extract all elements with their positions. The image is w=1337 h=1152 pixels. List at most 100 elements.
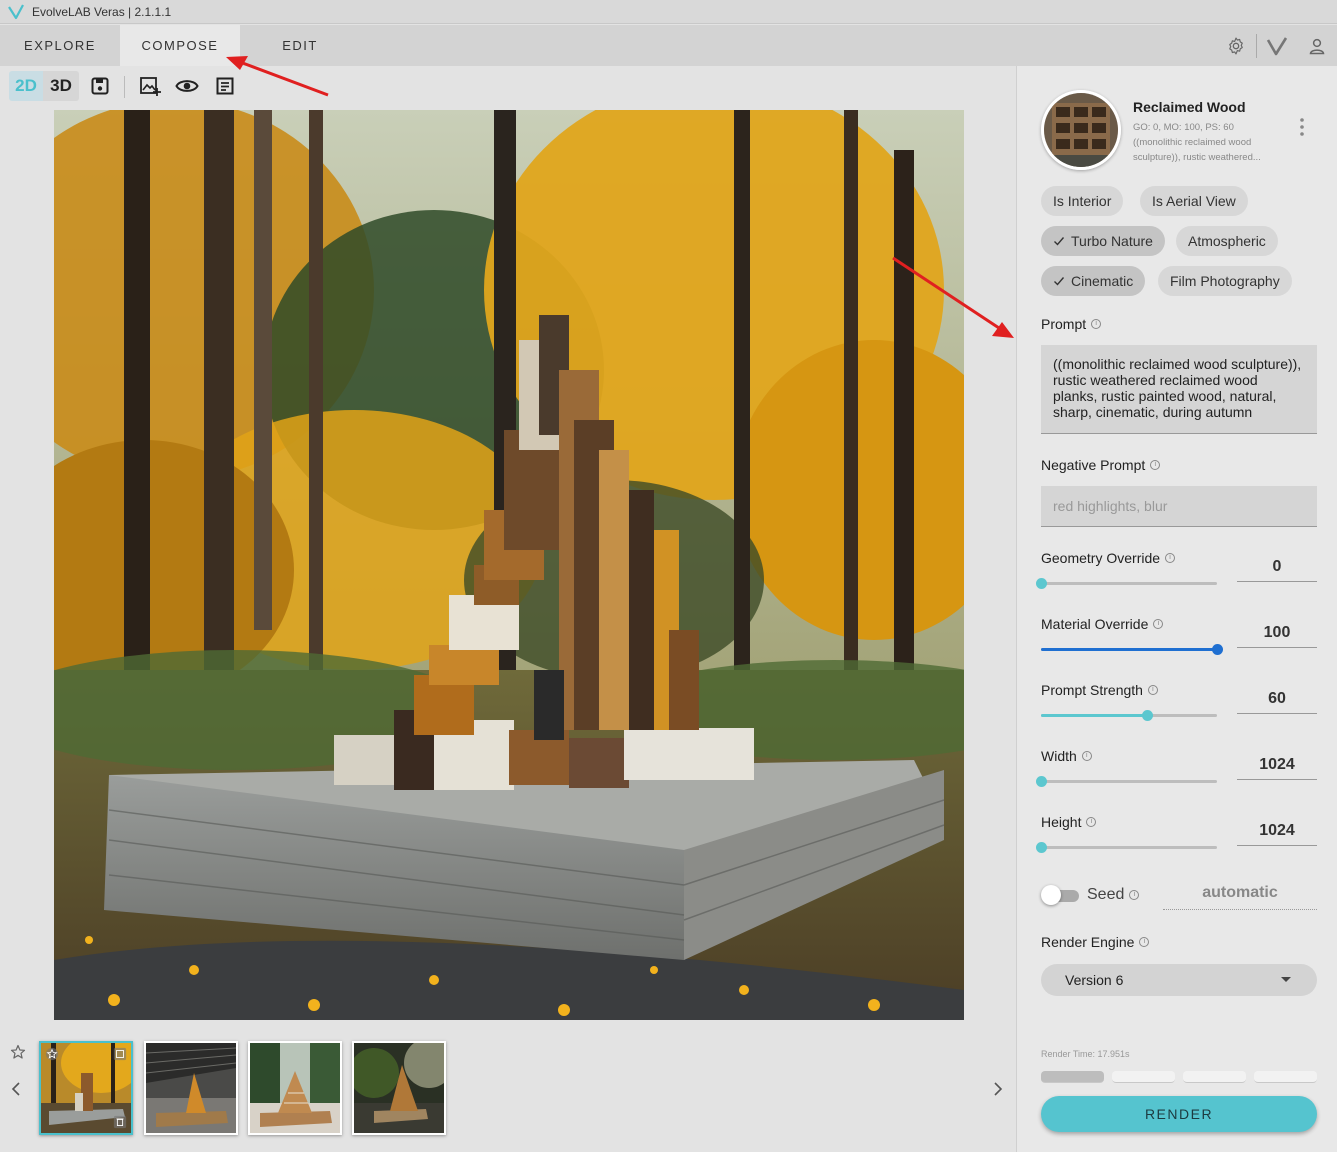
chevron-right-icon[interactable] xyxy=(988,1080,1010,1102)
width-value[interactable]: 1024 xyxy=(1237,750,1317,780)
preset-meta-line: sculpture)), rustic weathered... xyxy=(1133,152,1261,163)
tab-explore[interactable]: EXPLORE xyxy=(0,25,120,66)
favorite-star-icon[interactable] xyxy=(45,1047,59,1061)
height-value[interactable]: 1024 xyxy=(1237,816,1317,846)
slider-handle[interactable] xyxy=(1036,842,1047,853)
chip-atmospheric[interactable]: Atmospheric xyxy=(1176,226,1278,256)
check-icon xyxy=(1054,237,1065,246)
add-image-icon[interactable] xyxy=(136,71,164,101)
toolbar-divider xyxy=(124,76,125,98)
info-icon[interactable]: i xyxy=(1153,619,1164,629)
tab-compose[interactable]: COMPOSE xyxy=(120,25,240,66)
chip-is-interior[interactable]: Is Interior xyxy=(1041,186,1124,216)
info-icon[interactable]: i xyxy=(1150,460,1161,470)
slider-label: Prompt Strength xyxy=(1041,682,1143,698)
render-progress-segment xyxy=(1254,1071,1317,1083)
geometry-override-slider[interactable] xyxy=(1036,576,1217,590)
width-label: Width i xyxy=(1041,748,1092,764)
title-bar: EvolveLAB Veras | 2.1.1.1 xyxy=(0,0,1337,24)
chip-film-photography[interactable]: Film Photography xyxy=(1158,266,1292,296)
slider-handle[interactable] xyxy=(1036,776,1047,787)
tab-edit[interactable]: EDIT xyxy=(240,25,360,66)
chip-turbo-nature[interactable]: Turbo Nature xyxy=(1041,226,1165,256)
render-progress-segment xyxy=(1112,1071,1175,1083)
check-icon xyxy=(1054,277,1065,286)
slider-label: Width xyxy=(1041,748,1077,764)
preset-meta-line: GO: 0, MO: 100, PS: 60 xyxy=(1133,122,1234,133)
slider-label: Material Override xyxy=(1041,616,1149,632)
info-icon[interactable]: i xyxy=(1129,890,1140,900)
toolbar: 2D 3D xyxy=(0,66,1016,106)
chip-label: Cinematic xyxy=(1071,273,1134,289)
tab-bar: EXPLORE COMPOSE EDIT xyxy=(0,25,1337,66)
info-icon[interactable]: i xyxy=(1081,751,1092,761)
chip-label: Turbo Nature xyxy=(1071,233,1153,249)
render-engine-label: Render Engine i xyxy=(1041,934,1150,950)
list-icon[interactable] xyxy=(211,71,239,101)
delete-icon[interactable] xyxy=(113,1115,127,1129)
mode-2d-button[interactable]: 2D xyxy=(9,71,43,101)
chevron-left-icon[interactable] xyxy=(8,1080,30,1102)
material-override-slider[interactable] xyxy=(1041,642,1223,656)
seed-label-text: Seed xyxy=(1087,886,1125,903)
render-engine-label-text: Render Engine xyxy=(1041,934,1135,950)
slider-handle[interactable] xyxy=(1212,644,1223,655)
save-icon[interactable] xyxy=(113,1047,127,1061)
veras-logo-icon xyxy=(8,3,24,19)
height-slider[interactable] xyxy=(1036,840,1217,854)
render-engine-value: Version 6 xyxy=(1065,972,1124,988)
render-time: Render Time: 17.951s xyxy=(1041,1049,1130,1059)
render-preview-image xyxy=(54,110,964,1020)
chevron-down-icon xyxy=(1281,977,1291,982)
thumbnail-4[interactable] xyxy=(352,1041,446,1135)
preset-meta-line: ((monolithic reclaimed wood xyxy=(1133,137,1252,148)
render-button[interactable]: RENDER xyxy=(1041,1096,1317,1132)
slider-handle[interactable] xyxy=(1036,578,1047,589)
info-icon[interactable]: i xyxy=(1086,817,1097,827)
save-icon[interactable] xyxy=(86,71,114,101)
negative-prompt-label-text: Negative Prompt xyxy=(1041,457,1146,473)
negative-prompt-label: Negative Prompt i xyxy=(1041,457,1161,473)
preset-thumbnail[interactable] xyxy=(1041,90,1121,170)
prompt-textarea[interactable]: ((monolithic reclaimed wood sculpture)),… xyxy=(1041,345,1317,434)
chip-label: Atmospheric xyxy=(1188,233,1266,249)
info-icon[interactable]: i xyxy=(1165,553,1176,563)
chip-label: Is Aerial View xyxy=(1152,193,1236,209)
geometry-override-value[interactable]: 0 xyxy=(1237,552,1317,582)
info-icon[interactable]: i xyxy=(1147,685,1158,695)
chip-label: Is Interior xyxy=(1053,193,1112,209)
seed-toggle[interactable] xyxy=(1041,884,1079,906)
material-override-value[interactable]: 100 xyxy=(1237,618,1317,648)
width-slider[interactable] xyxy=(1036,774,1217,788)
negative-prompt-input[interactable]: red highlights, blur xyxy=(1041,486,1317,527)
seed-input[interactable]: automatic xyxy=(1163,878,1317,910)
chip-is-aerial-view[interactable]: Is Aerial View xyxy=(1140,186,1248,216)
thumbnail-2[interactable] xyxy=(144,1041,238,1135)
veras-logo-icon[interactable] xyxy=(1266,35,1288,57)
height-label: Height i xyxy=(1041,814,1097,830)
eye-icon[interactable] xyxy=(172,71,202,101)
more-options-icon[interactable] xyxy=(1295,116,1309,138)
prompt-strength-label: Prompt Strength i xyxy=(1041,682,1158,698)
prompt-label-text: Prompt xyxy=(1041,316,1087,332)
app-title: EvolveLAB Veras | 2.1.1.1 xyxy=(32,4,172,19)
gear-icon[interactable] xyxy=(1225,35,1247,57)
info-icon[interactable]: i xyxy=(1139,937,1150,947)
mode-3d-button[interactable]: 3D xyxy=(43,71,79,101)
slider-handle[interactable] xyxy=(1141,710,1153,721)
info-icon[interactable]: i xyxy=(1091,319,1102,329)
header-divider xyxy=(1256,33,1257,58)
chip-cinematic[interactable]: Cinematic xyxy=(1041,266,1146,296)
user-icon[interactable] xyxy=(1306,35,1328,57)
prompt-strength-value[interactable]: 60 xyxy=(1237,684,1317,714)
geometry-override-label: Geometry Override i xyxy=(1041,550,1176,566)
render-engine-select[interactable]: Version 6 xyxy=(1041,964,1317,996)
settings-panel: Reclaimed Wood GO: 0, MO: 100, PS: 60 ((… xyxy=(1016,66,1337,1152)
star-icon[interactable] xyxy=(10,1044,30,1064)
thumbnail-3[interactable] xyxy=(248,1041,342,1135)
render-progress-segment xyxy=(1041,1071,1104,1083)
prompt-strength-slider[interactable] xyxy=(1041,708,1217,722)
chip-label: Film Photography xyxy=(1170,273,1280,289)
seed-label: Seed i xyxy=(1087,884,1140,906)
thumbnail-1[interactable] xyxy=(39,1041,133,1135)
